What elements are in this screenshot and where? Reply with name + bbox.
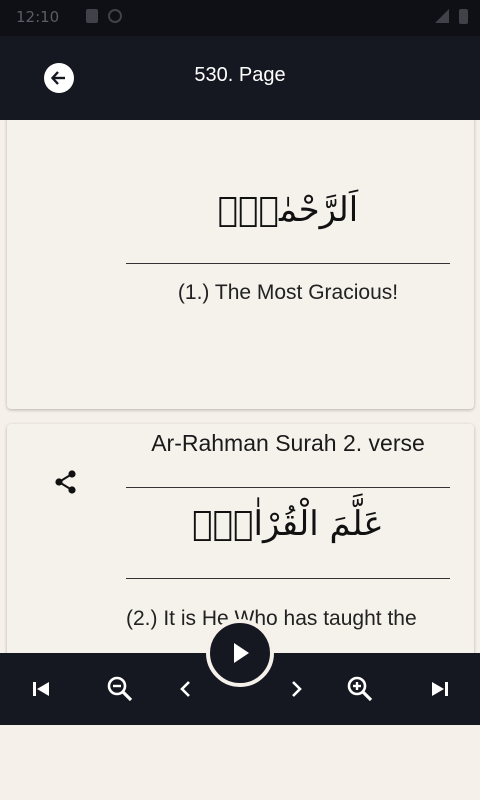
sync-icon (108, 9, 122, 23)
battery-icon (459, 9, 468, 24)
skip-next-icon[interactable] (426, 675, 454, 703)
zoom-in-icon[interactable] (346, 675, 374, 703)
verse-1-translation: (1.) The Most Gracious! (177, 281, 399, 304)
verse-2-arabic: عَلَّمَ الْقُرْاٰنَۜ (192, 504, 384, 544)
share-icon[interactable] (55, 470, 77, 494)
notification-icon (86, 9, 98, 23)
play-icon (234, 643, 249, 663)
chevron-right-icon[interactable] (282, 675, 310, 703)
status-time: 12:10 (16, 8, 60, 26)
app-bar: 530. Page (0, 36, 480, 120)
skip-previous-icon[interactable] (27, 675, 55, 703)
divider (126, 487, 450, 488)
play-button[interactable] (206, 619, 274, 687)
chevron-left-icon[interactable] (172, 675, 200, 703)
verse-1-arabic: اَلرَّحْمٰنُۙ (217, 190, 359, 230)
divider (126, 578, 450, 579)
signal-icon (435, 9, 449, 23)
page-title: 530. Page (194, 64, 286, 86)
status-bar: 12:10 (0, 0, 480, 36)
zoom-out-icon[interactable] (106, 675, 134, 703)
empty-area (0, 725, 480, 800)
divider (126, 263, 450, 264)
verse-card-1: اَلرَّحْمٰنُۙ (1.) The Most Gracious! (7, 100, 474, 409)
verse-2-header: Ar-Rahman Surah 2. verse (151, 430, 425, 456)
